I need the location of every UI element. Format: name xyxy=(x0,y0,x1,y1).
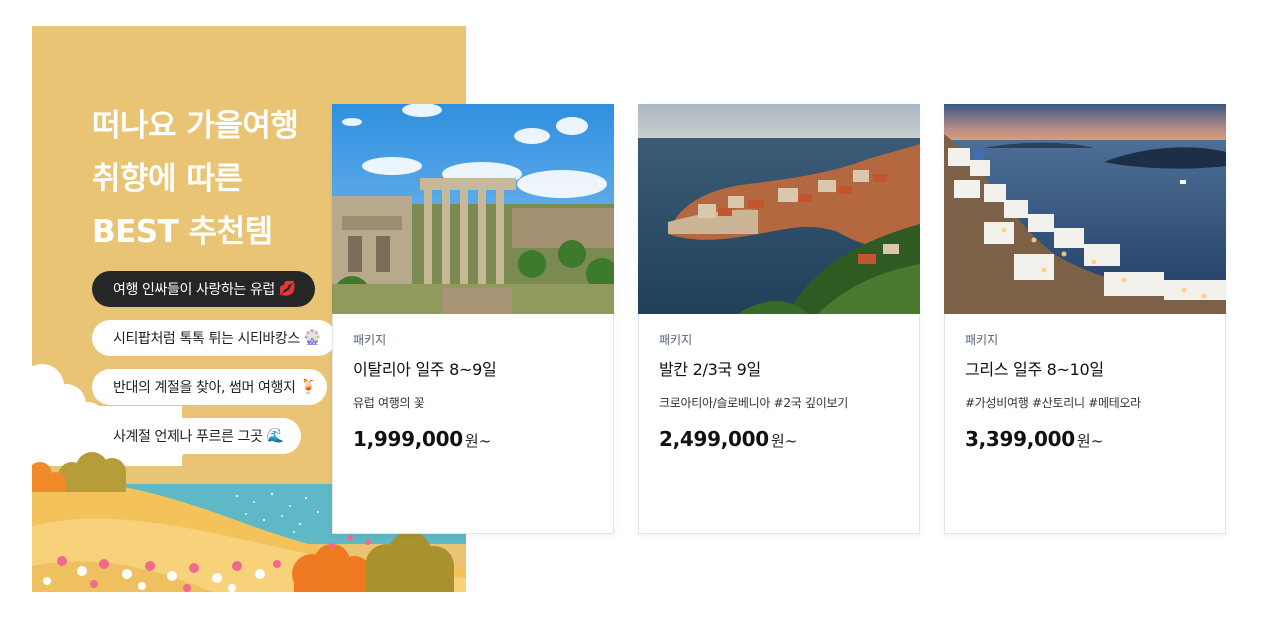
price-amount: 2,499,000 xyxy=(659,427,769,451)
price-unit: 원~ xyxy=(464,432,492,450)
price-amount: 1,999,000 xyxy=(353,427,463,451)
lips-icon: 💋 xyxy=(278,281,296,297)
roman-forum-photo xyxy=(332,104,614,314)
price-unit: 원~ xyxy=(770,432,798,450)
product-name: 이탈리아 일주 8~9일 xyxy=(353,360,497,379)
product-description: #가성비여행 #산토리니 #메테오라 xyxy=(965,396,1141,410)
tag-label: 여행 인싸들이 사랑하는 유럽 xyxy=(113,282,275,298)
tag-evergreen[interactable]: 사계절 언제나 푸르른 그곳 🌊 xyxy=(92,418,301,454)
tag-summer-destination[interactable]: 반대의 계절을 찾아, 썸머 여행지 🍹 xyxy=(92,369,327,405)
promo-title: 떠나요 가을여행 취향에 따른 BEST 추천템 xyxy=(92,100,299,259)
product-card-greece[interactable]: 패키지 그리스 일주 8~10일 #가성비여행 #산토리니 #메테오라 3,39… xyxy=(944,104,1226,534)
product-description: 유럽 여행의 꽃 xyxy=(353,396,425,410)
cocktail-icon: 🍹 xyxy=(299,379,317,395)
product-type: 패키지 xyxy=(659,333,693,347)
price-unit: 원~ xyxy=(1076,432,1104,450)
tag-label: 시티팝처럼 톡톡 튀는 시티바캉스 xyxy=(113,331,300,347)
product-price: 2,499,000 원~ xyxy=(659,427,797,451)
tag-city-vacance[interactable]: 시티팝처럼 톡톡 튀는 시티바캉스 🎡 xyxy=(92,320,336,356)
dubrovnik-photo xyxy=(638,104,920,314)
tag-label: 사계절 언제나 푸르른 그곳 xyxy=(113,429,263,445)
product-card-italy[interactable]: 패키지 이탈리아 일주 8~9일 유럽 여행의 꽃 1,999,000 원~ xyxy=(332,104,614,534)
product-price: 1,999,000 원~ xyxy=(353,427,491,451)
santorini-photo xyxy=(944,104,1226,314)
promo-title-line: 떠나요 가을여행 xyxy=(92,108,299,144)
product-type: 패키지 xyxy=(353,333,387,347)
wave-icon: 🌊 xyxy=(266,428,284,444)
product-price: 3,399,000 원~ xyxy=(965,427,1103,451)
product-description: 크로아티아/슬로베니아 #2국 깊이보기 xyxy=(659,396,848,410)
ferris-wheel-icon: 🎡 xyxy=(303,330,321,346)
tag-europe[interactable]: 여행 인싸들이 사랑하는 유럽 💋 xyxy=(92,271,315,307)
product-card-balkan[interactable]: 패키지 발칸 2/3국 9일 크로아티아/슬로베니아 #2국 깊이보기 2,49… xyxy=(638,104,920,534)
tag-label: 반대의 계절을 찾아, 썸머 여행지 xyxy=(113,380,296,396)
product-name: 발칸 2/3국 9일 xyxy=(659,360,761,379)
product-name: 그리스 일주 8~10일 xyxy=(965,360,1104,379)
promo-title-line: BEST 추천템 xyxy=(92,214,273,250)
product-type: 패키지 xyxy=(965,333,999,347)
price-amount: 3,399,000 xyxy=(965,427,1075,451)
promo-title-line: 취향에 따른 xyxy=(92,161,243,197)
